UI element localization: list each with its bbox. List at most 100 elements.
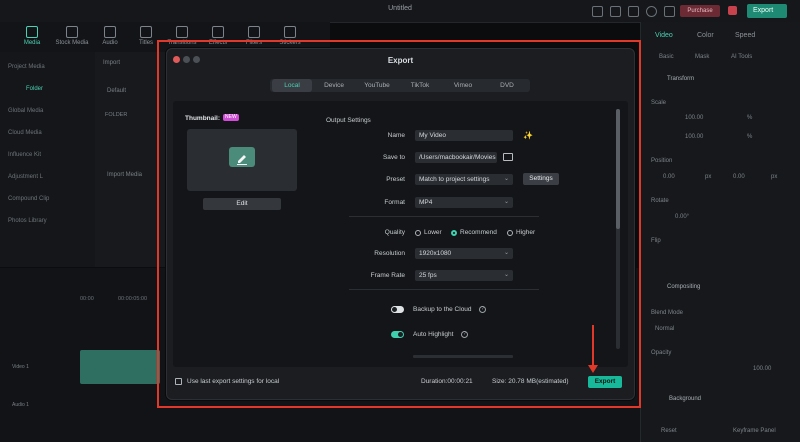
bell-icon[interactable] <box>628 6 639 17</box>
monitor-icon[interactable] <box>610 6 621 17</box>
sidebar-item-compound-clip[interactable]: Compound Clip <box>8 196 49 202</box>
ruler-start: 00:00 <box>80 296 94 302</box>
format-value: MP4 <box>419 199 433 206</box>
folder-icon[interactable] <box>503 153 513 161</box>
reset-button[interactable]: Reset <box>661 428 677 434</box>
quality-label: Quality <box>384 229 405 236</box>
video-track-label: Video 1 <box>12 364 29 370</box>
scrollbar[interactable] <box>616 109 620 349</box>
size-text: Size: 20.78 MB(estimated) <box>492 378 569 385</box>
help-icon[interactable] <box>646 6 657 17</box>
help-icon[interactable]: ? <box>479 306 486 313</box>
blend-mode-label: Blend Mode <box>651 310 684 316</box>
sidebar-item-photos-library[interactable]: Photos Library <box>8 218 47 224</box>
audio-track-label: Audio 1 <box>12 402 29 408</box>
sidebar-item-folder[interactable]: Folder <box>26 86 43 92</box>
sidebar-item-adjustment[interactable]: Adjustment L <box>8 174 43 180</box>
help-icon[interactable]: ? <box>461 331 468 338</box>
position-x-unit: px <box>705 174 712 180</box>
flip-label: Flip <box>651 238 661 244</box>
tool-media[interactable]: Media <box>14 26 50 46</box>
sidebar-item-influence-kit[interactable]: Influence Kit <box>8 152 41 158</box>
resolution-value: 1920x1080 <box>419 250 452 257</box>
resolution-select[interactable]: 1920x1080 ⌄ <box>415 248 513 259</box>
purchase-button[interactable]: Purchase <box>680 5 720 17</box>
subtab-basic[interactable]: Basic <box>659 54 674 60</box>
quality-lower-radio[interactable] <box>415 230 421 236</box>
opacity-label: Opacity <box>651 350 672 356</box>
tab-color[interactable]: Color <box>697 32 714 39</box>
tab-local[interactable]: Local <box>272 79 312 92</box>
duration-text: Duration:00:00:21 <box>421 378 473 385</box>
blend-mode-value[interactable]: Normal <box>655 326 674 332</box>
sidebar-item-global-media[interactable]: Global Media <box>8 108 43 114</box>
sort-dropdown[interactable]: Default <box>107 88 126 94</box>
opacity-value[interactable]: 100.00 <box>753 366 771 372</box>
chevron-down-icon: ⌄ <box>503 176 509 182</box>
dialog-title: Export <box>387 56 414 65</box>
auto-highlight-toggle[interactable] <box>391 331 404 338</box>
export-button[interactable]: Export <box>588 376 622 388</box>
position-y-value[interactable]: 0.00 <box>733 174 745 180</box>
scale-x-value[interactable]: 100.00 <box>685 115 703 121</box>
subtab-ai-tools[interactable]: AI Tools <box>731 54 752 60</box>
import-dropdown[interactable]: Import <box>103 60 120 66</box>
tab-speed[interactable]: Speed <box>735 32 755 39</box>
sidebar-item-cloud-media[interactable]: Cloud Media <box>8 130 42 136</box>
tab-video[interactable]: Video <box>655 32 673 39</box>
subtab-mask[interactable]: Mask <box>695 54 709 60</box>
backup-toggle[interactable] <box>391 306 404 313</box>
tool-stock-media[interactable]: Stock Media <box>54 26 90 46</box>
quality-higher-radio[interactable] <box>507 230 513 236</box>
export-dialog: Export Local Device YouTube TikTok Vimeo… <box>166 48 635 400</box>
transition-icon <box>176 26 188 38</box>
tab-vimeo[interactable]: Vimeo <box>442 79 484 92</box>
tab-device[interactable]: Device <box>314 79 354 92</box>
frame-rate-label: Frame Rate <box>370 272 405 279</box>
backup-label: Backup to the Cloud <box>413 306 472 313</box>
position-x-value[interactable]: 0.00 <box>663 174 675 180</box>
toggle-knob <box>392 307 397 312</box>
scrollbar-thumb[interactable] <box>616 109 620 229</box>
background-heading: Background <box>669 396 702 402</box>
rotate-value[interactable]: 0.00° <box>675 214 689 220</box>
use-last-settings-checkbox[interactable] <box>175 378 182 385</box>
format-select[interactable]: MP4 ⌄ <box>415 197 513 208</box>
tool-audio[interactable]: Audio <box>92 26 128 46</box>
layout-icon[interactable] <box>592 6 603 17</box>
scale-x-unit: % <box>747 115 753 121</box>
filter-icon <box>248 26 260 38</box>
export-tabs: Local Device YouTube TikTok Vimeo DVD <box>270 79 530 92</box>
folder-heading: FOLDER <box>105 112 128 118</box>
scale-y-value[interactable]: 100.00 <box>685 134 703 140</box>
record-icon[interactable] <box>728 6 737 15</box>
keyframe-panel-button[interactable]: Keyframe Panel <box>733 428 776 434</box>
sidebar-item-project-media[interactable]: Project Media <box>8 64 45 70</box>
preset-select[interactable]: Match to project settings ⌄ <box>415 174 513 185</box>
save-to-input[interactable]: /Users/macbookair/Movies <box>415 152 497 163</box>
tab-youtube[interactable]: YouTube <box>356 79 398 92</box>
scale-y-unit: % <box>747 134 753 140</box>
frame-rate-value: 25 fps <box>419 272 437 279</box>
ai-rename-icon[interactable]: ✨ <box>523 131 533 140</box>
export-button-top[interactable]: Export <box>747 4 787 18</box>
import-media-label[interactable]: Import Media <box>107 172 142 178</box>
new-badge: NEW <box>223 114 239 121</box>
tab-dvd[interactable]: DVD <box>486 79 528 92</box>
edit-thumbnail-button[interactable]: Edit <box>203 198 281 210</box>
divider <box>349 216 539 217</box>
quality-higher-label: Higher <box>516 229 536 236</box>
frame-rate-select[interactable]: 25 fps ⌄ <box>415 270 513 281</box>
download-icon[interactable] <box>664 6 675 17</box>
quality-recommend-radio[interactable] <box>451 230 457 236</box>
video-clip[interactable] <box>80 350 160 384</box>
position-y-unit: px <box>771 174 778 180</box>
name-input[interactable]: My Video <box>415 130 513 141</box>
chevron-down-icon: ⌄ <box>503 272 509 278</box>
music-icon <box>104 26 116 38</box>
compositing-heading: Compositing <box>667 284 701 290</box>
thumbnail-preview[interactable] <box>187 129 297 191</box>
media-icon <box>26 26 38 38</box>
tab-tiktok[interactable]: TikTok <box>400 79 440 92</box>
settings-button[interactable]: Settings <box>523 173 559 185</box>
